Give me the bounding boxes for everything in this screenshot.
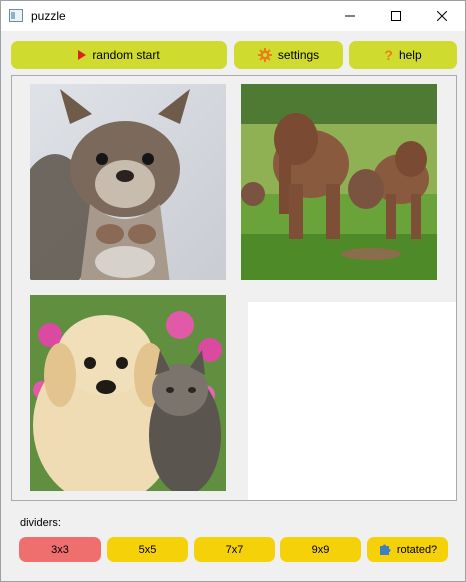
- title-bar[interactable]: puzzle: [1, 1, 465, 31]
- app-icon: [9, 9, 23, 22]
- close-icon: [437, 11, 447, 21]
- random-start-label: random start: [92, 48, 160, 62]
- settings-label: settings: [277, 48, 320, 62]
- divider-5x5-label: 5x5: [138, 543, 157, 556]
- maximize-icon: [391, 11, 401, 21]
- puzzle-board: [11, 75, 457, 501]
- window-title: puzzle: [31, 9, 66, 23]
- question-icon: ?: [384, 47, 393, 63]
- minimize-button[interactable]: [327, 1, 373, 31]
- divider-9x9-label: 9x9: [311, 543, 330, 556]
- puzzle-tile-squirrel[interactable]: [30, 84, 226, 280]
- empty-slot[interactable]: [248, 302, 456, 500]
- divider-7x7-button[interactable]: 7x7: [194, 537, 275, 562]
- divider-7x7-label: 7x7: [225, 543, 244, 556]
- rotated-toggle-button[interactable]: rotated?: [367, 537, 448, 562]
- play-icon: [78, 50, 87, 60]
- help-label: help: [398, 48, 422, 62]
- divider-3x3-label: 3x3: [51, 543, 69, 556]
- settings-button[interactable]: settings: [234, 41, 343, 69]
- puzzle-tile-elephants[interactable]: [241, 84, 437, 280]
- random-start-button[interactable]: random start: [11, 41, 227, 69]
- divider-9x9-button[interactable]: 9x9: [280, 537, 361, 562]
- rotated-label: rotated?: [396, 543, 438, 556]
- divider-5x5-button[interactable]: 5x5: [107, 537, 188, 562]
- app-window: puzzle random start settings ? help divi…: [0, 0, 466, 582]
- help-button[interactable]: ? help: [349, 41, 457, 69]
- close-button[interactable]: [419, 1, 465, 31]
- puzzle-piece-icon: [378, 543, 391, 556]
- puzzle-tile-puppy[interactable]: [30, 295, 226, 491]
- divider-3x3-button[interactable]: 3x3: [19, 537, 101, 562]
- dividers-label: dividers:: [20, 517, 61, 529]
- maximize-button[interactable]: [373, 1, 419, 31]
- gear-icon: [257, 48, 272, 62]
- minimize-icon: [345, 15, 355, 17]
